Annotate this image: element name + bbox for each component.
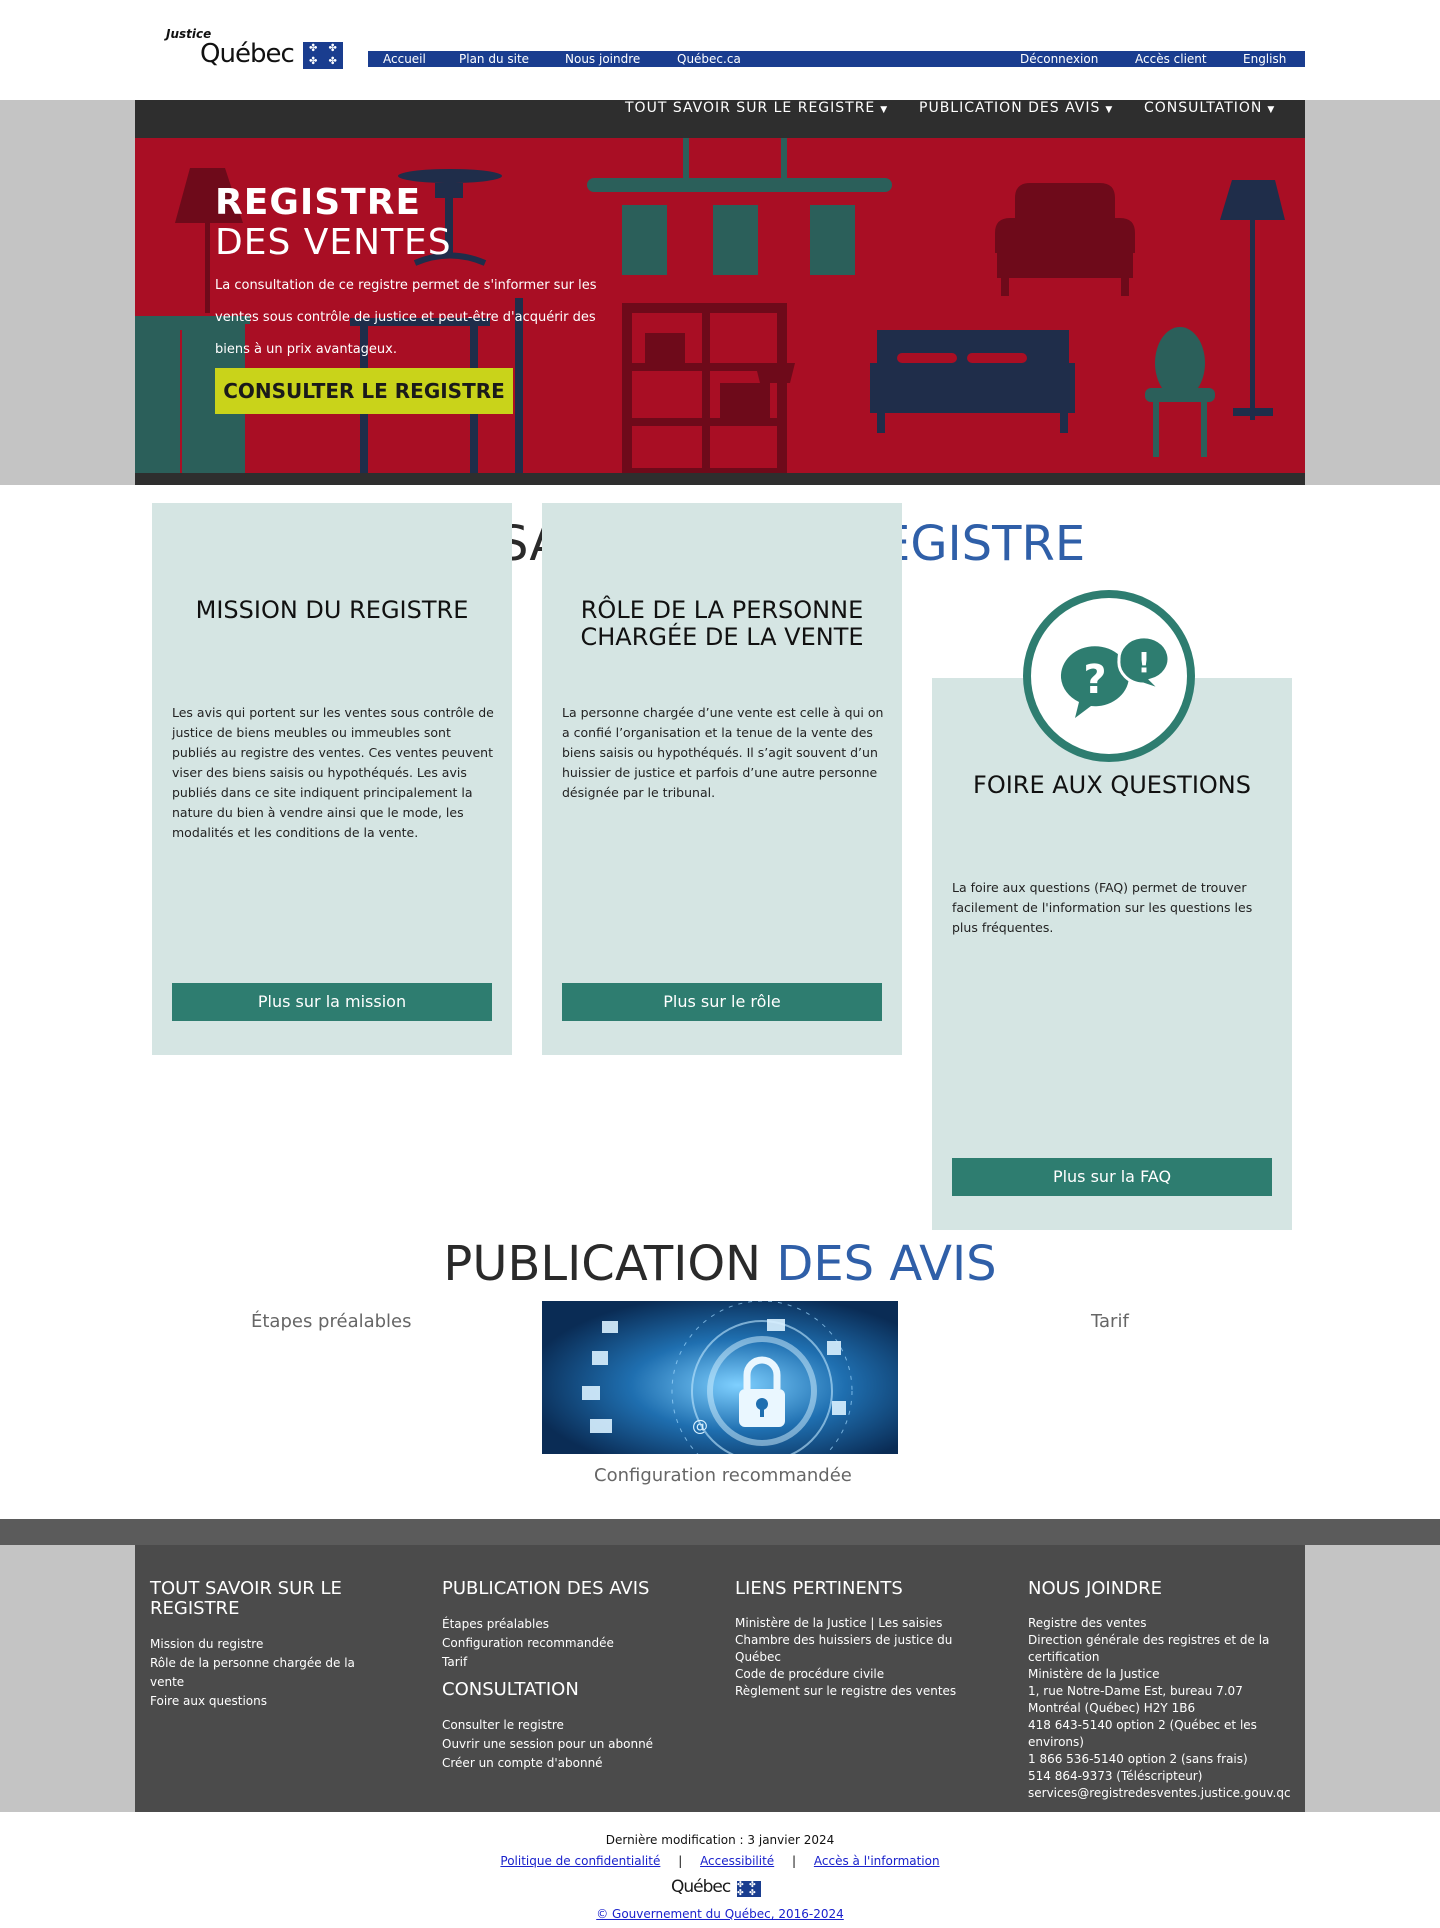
footer-link-creer-compte[interactable]: Créer un compte d'abonné xyxy=(442,1754,722,1773)
util-link-accueil[interactable]: Accueil xyxy=(383,51,426,67)
nav-publication[interactable]: PUBLICATION DES AVIS ▼ xyxy=(919,100,1113,116)
legal-links: Politique de confidentialité | Accessibi… xyxy=(0,1854,1440,1868)
separator: | xyxy=(678,1854,683,1868)
caret-down-icon: ▼ xyxy=(880,105,889,115)
separator: | xyxy=(792,1854,797,1868)
caret-down-icon: ▼ xyxy=(1267,105,1276,115)
quebec-footer-logo[interactable]: Québec ✤ ✤ ✤ ✤ xyxy=(671,1877,771,1899)
publication-heading: PUBLICATION DES AVIS xyxy=(0,1236,1440,1292)
link-accessibilite[interactable]: Accessibilité xyxy=(700,1854,774,1868)
card-role-title: RÔLE DE LA PERSONNE CHARGÉE DE LA VENTE xyxy=(580,596,864,651)
quebec-flag-icon: ✤ ✤ ✤ ✤ xyxy=(303,42,343,69)
card-faq-title: FOIRE AUX QUESTIONS xyxy=(973,771,1251,799)
copyright-link[interactable]: © Gouvernement du Québec, 2016-2024 xyxy=(596,1907,844,1921)
footer-col-nous-joindre: NOUS JOINDRE Registre des ventes Directi… xyxy=(1028,1579,1298,1802)
card-mission: MISSION DU REGISTRE Les avis qui portent… xyxy=(152,503,512,1055)
footer-link-reglement[interactable]: Règlement sur le registre des ventes xyxy=(735,1683,965,1700)
footer-top-bar xyxy=(0,1519,1440,1545)
publication-heading-blue: DES AVIS xyxy=(776,1236,997,1292)
faq-speech-bubbles-icon: ? ! xyxy=(1023,590,1195,762)
utility-nav: Accueil Plan du site Nous joindre Québec… xyxy=(368,51,1305,67)
contact-line: 514 864-9373 (Téléscripteur) xyxy=(1028,1769,1203,1783)
footer-link-ouvrir-session[interactable]: Ouvrir une session pour un abonné xyxy=(442,1735,722,1754)
heading-fragment-blue: EGISTRE xyxy=(880,516,1086,572)
publication-heading-dark: PUBLICATION xyxy=(443,1236,762,1292)
hero-intro-text: La consultation de ce registre permet de… xyxy=(215,278,597,357)
svg-text:@: @ xyxy=(692,1416,708,1435)
footer-link-chambre[interactable]: Chambre des huissiers de justice du Québ… xyxy=(735,1632,965,1666)
contact-line: Registre des ventes xyxy=(1028,1616,1147,1630)
contact-line: Ministère de la Justice xyxy=(1028,1667,1160,1681)
link-politique-confidentialite[interactable]: Politique de confidentialité xyxy=(500,1854,660,1868)
svg-text:?: ? xyxy=(1083,657,1106,703)
footer-col-publication: PUBLICATION DES AVIS Étapes préalables C… xyxy=(442,1579,722,1773)
security-technology-image[interactable]: @ xyxy=(542,1301,898,1454)
link-configuration-recommandee[interactable]: Configuration recommandée xyxy=(594,1465,852,1486)
card-faq-text: La foire aux questions (FAQ) permet de t… xyxy=(952,880,1253,935)
footer-col1-title: TOUT SAVOIR SUR LE REGISTRE xyxy=(150,1578,342,1619)
contact-line: 1, rue Notre-Dame Est, bureau 7.07 xyxy=(1028,1684,1243,1698)
nav-publication-label: PUBLICATION DES AVIS xyxy=(919,100,1101,116)
footer-col2-title: PUBLICATION DES AVIS xyxy=(442,1578,650,1599)
footer-col-tout-savoir: TOUT SAVOIR SUR LE REGISTRE Mission du r… xyxy=(150,1579,370,1711)
nav-consultation[interactable]: CONSULTATION ▼ xyxy=(1144,100,1275,116)
svg-text:!: ! xyxy=(1138,646,1151,679)
hero-title-light: DES VENTES xyxy=(215,222,452,263)
hero-banner: REGISTRE DES VENTES La consultation de c… xyxy=(135,138,1305,473)
footer-col-liens: LIENS PERTINENTS Ministère de la Justice… xyxy=(735,1579,965,1700)
quebec-flag-icon: ✤ ✤ ✤ ✤ xyxy=(737,1881,761,1897)
consulter-registre-button[interactable]: CONSULTER LE REGISTRE xyxy=(215,368,513,414)
footer-link-role[interactable]: Rôle de la personne chargée de la vente xyxy=(150,1654,370,1692)
link-acces-information[interactable]: Accès à l'information xyxy=(814,1854,940,1868)
plus-sur-le-role-button[interactable]: Plus sur le rôle xyxy=(562,983,882,1021)
site-footer: TOUT SAVOIR SUR LE REGISTRE Mission du r… xyxy=(135,1545,1305,1812)
last-modified: Dernière modification : 3 janvier 2024 xyxy=(605,1833,835,1847)
util-link-english[interactable]: English xyxy=(1243,51,1286,67)
footer-link-tarif[interactable]: Tarif xyxy=(442,1653,722,1672)
footer-link-configuration[interactable]: Configuration recommandée xyxy=(442,1634,722,1653)
footer-link-faq[interactable]: Foire aux questions xyxy=(150,1692,370,1711)
nav-tout-savoir[interactable]: TOUT SAVOIR SUR LE REGISTRE ▼ xyxy=(625,100,888,116)
caret-down-icon: ▼ xyxy=(1105,105,1114,115)
copyright: © Gouvernement du Québec, 2016-2024 xyxy=(0,1907,1440,1921)
logo-quebec-text: Québec xyxy=(200,39,295,69)
footer-link-mission[interactable]: Mission du registre xyxy=(150,1635,370,1654)
util-link-nous-joindre[interactable]: Nous joindre xyxy=(565,51,640,67)
footer-col3-title: LIENS PERTINENTS xyxy=(735,1578,903,1599)
util-link-quebec-ca[interactable]: Québec.ca xyxy=(677,51,741,67)
footer-link-etapes[interactable]: Étapes préalables xyxy=(442,1615,722,1634)
footer-link-consulter[interactable]: Consulter le registre xyxy=(442,1716,722,1735)
site-header: Justice Québec ✤ ✤ ✤ ✤ Accueil Plan du site… xyxy=(0,0,1440,100)
nav-consultation-label: CONSULTATION xyxy=(1144,100,1263,116)
contact-line: Montréal (Québec) H2Y 1B6 xyxy=(1028,1701,1196,1715)
plus-sur-la-faq-button[interactable]: Plus sur la FAQ xyxy=(952,1158,1272,1196)
footer-link-code[interactable]: Code de procédure civile xyxy=(735,1666,965,1683)
card-role-text: La personne chargée d’une vente est cell… xyxy=(562,705,884,800)
card-mission-text: Les avis qui portent sur les ventes sous… xyxy=(172,705,494,840)
link-etapes-prealables[interactable]: Étapes préalables xyxy=(251,1311,412,1332)
contact-email[interactable]: services@registredesventes.justice.gouv.… xyxy=(1028,1785,1298,1802)
nav-tout-savoir-label: TOUT SAVOIR SUR LE REGISTRE xyxy=(625,100,876,116)
main-nav: TOUT SAVOIR SUR LE REGISTRE ▼ PUBLICATION… xyxy=(135,100,1305,138)
plus-sur-la-mission-button[interactable]: Plus sur la mission xyxy=(172,983,492,1021)
quebec-footer-logo-text: Québec xyxy=(671,1877,731,1897)
justice-quebec-logo[interactable]: Justice Québec ✤ ✤ ✤ ✤ xyxy=(166,27,346,73)
contact-line: 418 643-5140 option 2 (Québec et les env… xyxy=(1028,1718,1257,1749)
card-mission-title: MISSION DU REGISTRE xyxy=(195,596,469,624)
contact-line: 1 866 536-5140 option 2 (sans frais) xyxy=(1028,1752,1248,1766)
link-tarif[interactable]: Tarif xyxy=(1091,1311,1129,1332)
util-link-acces-client[interactable]: Accès client xyxy=(1135,51,1207,67)
footer-link-ministere[interactable]: Ministère de la Justice | Les saisies xyxy=(735,1615,965,1632)
card-role: RÔLE DE LA PERSONNE CHARGÉE DE LA VENTE … xyxy=(542,503,902,1055)
util-link-deconnexion[interactable]: Déconnexion xyxy=(1020,51,1098,67)
hero-bottom-bar xyxy=(135,473,1305,485)
hero-title-bold: REGISTRE xyxy=(215,182,422,223)
util-link-plan-du-site[interactable]: Plan du site xyxy=(459,51,529,67)
footer-col2-title2: CONSULTATION xyxy=(442,1679,579,1700)
contact-line: Direction générale des registres et de l… xyxy=(1028,1633,1270,1664)
footer-col4-title: NOUS JOINDRE xyxy=(1028,1578,1162,1599)
